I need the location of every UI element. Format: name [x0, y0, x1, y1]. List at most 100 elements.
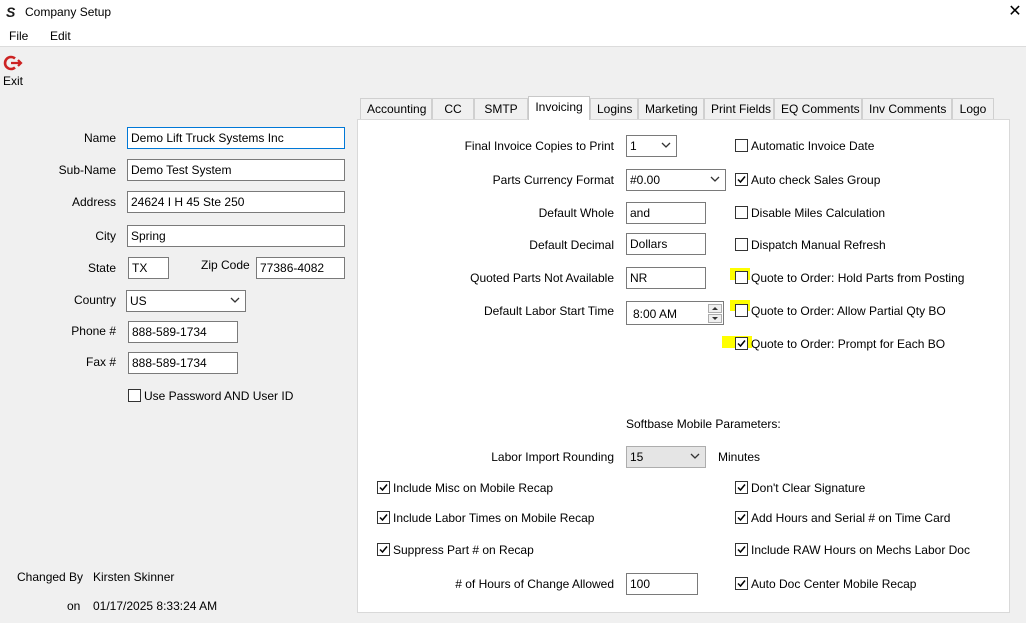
- prompt-each-bo-label: Quote to Order: Prompt for Each BO: [751, 337, 946, 351]
- default-decimal-field[interactable]: Dollars: [626, 233, 706, 255]
- phone-field[interactable]: 888-589-1734: [128, 321, 238, 343]
- currency-label: Parts Currency Format: [492, 173, 614, 187]
- include-raw-hours-checkbox[interactable]: [735, 543, 748, 556]
- copies-value: 1: [630, 139, 637, 153]
- country-select[interactable]: US: [126, 290, 246, 312]
- include-labor-times-checkbox[interactable]: [377, 511, 390, 524]
- hold-parts-checkbox[interactable]: [735, 271, 748, 284]
- exit-button-label[interactable]: Exit: [3, 74, 23, 88]
- labor-rounding-unit: Minutes: [718, 450, 761, 464]
- hold-parts-label: Quote to Order: Hold Parts from Posting: [751, 271, 965, 285]
- tab-cc[interactable]: CC: [432, 98, 474, 119]
- dispatch-manual-refresh-checkbox[interactable]: [735, 238, 748, 251]
- subname-label: Sub-Name: [58, 163, 116, 177]
- changed-on-label: on: [67, 599, 81, 613]
- use-password-label: Use Password AND User ID: [144, 389, 294, 403]
- copies-select[interactable]: 1: [626, 135, 677, 157]
- add-hours-serial-label: Add Hours and Serial # on Time Card: [751, 511, 951, 525]
- menu-file[interactable]: File: [9, 29, 28, 43]
- automatic-invoice-date-label: Automatic Invoice Date: [751, 139, 875, 153]
- menu-edit[interactable]: Edit: [50, 29, 71, 43]
- subname-field[interactable]: Demo Test System: [127, 159, 345, 181]
- copies-label: Final Invoice Copies to Print: [464, 139, 614, 153]
- invoicing-panel: [357, 119, 1010, 613]
- auto-doc-center-checkbox[interactable]: [735, 577, 748, 590]
- tab-eq-comments[interactable]: EQ Comments: [774, 98, 862, 119]
- zip-field[interactable]: 77386-4082: [256, 257, 345, 279]
- include-raw-hours-label: Include RAW Hours on Mechs Labor Doc: [751, 543, 970, 557]
- country-value: US: [130, 294, 147, 308]
- dont-clear-signature-label: Don't Clear Signature: [751, 481, 866, 495]
- chevron-down-icon: [660, 139, 672, 151]
- spin-down-icon[interactable]: [708, 314, 722, 323]
- labor-start-time-picker[interactable]: 8:00 AM: [626, 301, 724, 325]
- default-whole-label: Default Whole: [538, 206, 614, 220]
- tab-logins[interactable]: Logins: [590, 98, 638, 119]
- add-hours-serial-checkbox[interactable]: [735, 511, 748, 524]
- use-password-checkbox[interactable]: [128, 389, 141, 402]
- chevron-down-icon: [709, 173, 721, 185]
- tab-marketing[interactable]: Marketing: [638, 98, 704, 119]
- state-field[interactable]: TX: [128, 257, 169, 279]
- prompt-each-bo-checkbox[interactable]: [735, 337, 748, 350]
- hours-change-label: # of Hours of Change Allowed: [455, 577, 614, 591]
- exit-icon[interactable]: [3, 54, 23, 72]
- close-icon[interactable]: ✕: [1006, 2, 1024, 22]
- menu-bar: [0, 26, 1026, 47]
- automatic-invoice-date-checkbox[interactable]: [735, 139, 748, 152]
- fax-label: Fax #: [85, 355, 116, 369]
- chevron-down-icon: [689, 450, 701, 462]
- title-bar: [0, 0, 1026, 26]
- default-decimal-label: Default Decimal: [529, 238, 614, 252]
- auto-check-sales-group-checkbox[interactable]: [735, 173, 748, 186]
- changed-by-label: Changed By: [17, 570, 84, 584]
- fax-field[interactable]: 888-589-1734: [128, 352, 238, 374]
- auto-doc-center-label: Auto Doc Center Mobile Recap: [751, 577, 917, 591]
- tab-inv-comments[interactable]: Inv Comments: [862, 98, 952, 119]
- changed-on-value: 01/17/2025 8:33:24 AM: [93, 599, 218, 613]
- tab-print-fields[interactable]: Print Fields: [704, 98, 774, 119]
- dispatch-manual-refresh-label: Dispatch Manual Refresh: [751, 238, 886, 252]
- name-field[interactable]: Demo Lift Truck Systems Inc: [127, 127, 345, 149]
- default-whole-field[interactable]: and: [626, 202, 706, 224]
- softbase-s-icon: S: [6, 4, 16, 20]
- quoted-parts-field[interactable]: NR: [626, 267, 706, 289]
- suppress-part-checkbox[interactable]: [377, 543, 390, 556]
- dont-clear-signature-checkbox[interactable]: [735, 481, 748, 494]
- city-field[interactable]: Spring: [127, 225, 345, 247]
- address-label: Address: [71, 195, 116, 209]
- address-field[interactable]: 24624 I H 45 Ste 250: [127, 191, 345, 213]
- currency-value: #0.00: [630, 173, 661, 187]
- country-label: Country: [73, 293, 116, 307]
- quoted-parts-label: Quoted Parts Not Available: [470, 271, 614, 285]
- zip-label: Zip Code: [201, 258, 250, 272]
- allow-partial-qty-label: Quote to Order: Allow Partial Qty BO: [751, 304, 946, 318]
- tab-accounting[interactable]: Accounting: [360, 98, 432, 119]
- spin-up-icon[interactable]: [708, 304, 722, 313]
- allow-partial-qty-checkbox[interactable]: [735, 304, 748, 317]
- auto-check-sales-group-label: Auto check Sales Group: [751, 173, 881, 187]
- mobile-parameters-heading: Softbase Mobile Parameters:: [626, 417, 781, 431]
- name-label: Name: [83, 131, 116, 145]
- currency-select[interactable]: #0.00: [626, 169, 726, 191]
- city-label: City: [95, 229, 116, 243]
- changed-by-value: Kirsten Skinner: [93, 570, 175, 584]
- tab-smtp[interactable]: SMTP: [474, 98, 528, 119]
- tab-logo[interactable]: Logo: [952, 98, 994, 119]
- tab-invoicing[interactable]: Invoicing: [528, 96, 590, 120]
- labor-rounding-label: Labor Import Rounding: [491, 450, 614, 464]
- labor-start-value: 8:00 AM: [633, 307, 678, 321]
- hours-change-field[interactable]: 100: [626, 573, 698, 595]
- window-title: Company Setup: [25, 5, 112, 19]
- suppress-part-label: Suppress Part # on Recap: [393, 543, 534, 557]
- include-misc-checkbox[interactable]: [377, 481, 390, 494]
- labor-rounding-value: 15: [630, 450, 644, 464]
- labor-start-label: Default Labor Start Time: [483, 304, 614, 318]
- include-misc-label: Include Misc on Mobile Recap: [393, 481, 554, 495]
- labor-rounding-select[interactable]: 15: [626, 446, 706, 468]
- chevron-down-icon: [229, 294, 241, 306]
- state-label: State: [87, 261, 116, 275]
- include-labor-times-label: Include Labor Times on Mobile Recap: [393, 511, 595, 525]
- disable-miles-checkbox[interactable]: [735, 206, 748, 219]
- disable-miles-label: Disable Miles Calculation: [751, 206, 886, 220]
